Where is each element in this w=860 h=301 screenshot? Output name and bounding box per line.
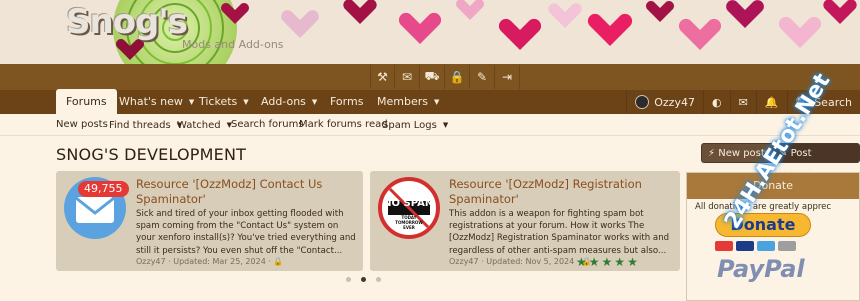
site-tagline: Mods and Add-ons [182, 38, 284, 51]
caret-down-icon[interactable]: ▼ [312, 98, 317, 106]
mastercard-icon [715, 241, 733, 251]
subnav-search-forums[interactable]: Search forums [231, 114, 304, 136]
visa-icon [736, 241, 754, 251]
no-spam-subtext: TODAY TOMORROW EVER [395, 215, 423, 230]
nav-tickets[interactable]: Tickets ▼ [199, 90, 249, 114]
nav-members[interactable]: Members ▼ [377, 90, 439, 114]
star-icon: ★ [588, 255, 600, 269]
carousel-dots [346, 277, 381, 282]
no-spam-logo: NO SPAM TODAY TOMORROW EVER [378, 177, 440, 239]
paypal-logo: PayPal [717, 255, 805, 283]
sub-nav: New posts Find threads ▼ Watched ▼ Search … [0, 114, 860, 136]
nav-forums-label: Forums [66, 95, 107, 108]
card-logos [715, 241, 796, 251]
nav-forms[interactable]: Forms [330, 90, 363, 114]
subnav-find-threads[interactable]: Find threads ▼ [109, 114, 182, 136]
subnav-spam-logs-label: Spam Logs [382, 120, 437, 131]
subnav-spam-logs[interactable]: Spam Logs ▼ [382, 114, 448, 136]
lightning-icon: ⚡ [708, 148, 716, 159]
theme-toggle-icon[interactable]: ◐ [702, 90, 730, 114]
resource-title[interactable]: Resource '[OzzModz] Registration Spamina… [449, 177, 674, 207]
nav-tickets-label: Tickets [199, 95, 238, 108]
inbox-icon[interactable]: ✉ [729, 90, 756, 114]
notification-badge: 49,755 [78, 181, 129, 197]
nav-whats-new-label: What's new [119, 95, 183, 108]
nav-forums[interactable]: Forums [56, 89, 117, 115]
star-icon: ★ [627, 255, 638, 269]
subnav-mark-read[interactable]: Mark forums read [299, 114, 388, 136]
caret-down-icon[interactable]: ▼ [434, 98, 439, 106]
nav-forms-label: Forms [330, 95, 364, 108]
resource-meta: Ozzy47 · Updated: Mar 25, 2024 · 🔒 [136, 257, 283, 266]
caret-down-icon[interactable]: ▼ [189, 98, 194, 106]
subnav-new-posts[interactable]: New posts [56, 114, 108, 136]
truck-icon[interactable]: ⛟ [420, 65, 445, 89]
amex-icon [757, 241, 775, 251]
nav-addons[interactable]: Add-ons ▼ [261, 90, 317, 114]
user-menu[interactable]: Ozzy47 [626, 90, 703, 114]
lock-icon: 🔒 [273, 257, 284, 266]
bell-icon[interactable]: 🔔 [755, 90, 787, 114]
resource-meta: Ozzy47 · Updated: Nov 5, 2024 · 🔒 [449, 257, 592, 266]
resource-title[interactable]: Resource '[OzzModz] Contact Us Spaminato… [136, 177, 356, 207]
star-icon: ★ [576, 255, 587, 269]
no-spam-text: NO SPAM [383, 198, 435, 209]
site-logo[interactable]: Snog's [66, 2, 188, 42]
brush-icon[interactable]: ✎ [470, 65, 495, 89]
subnav-watched-label: Watched [177, 120, 221, 131]
resource-card[interactable]: 49,755 Resource '[OzzModz] Contact Us Sp… [56, 171, 363, 271]
page-title: SNOG'S DEVELOPMENT [56, 145, 247, 164]
envelope-icon[interactable]: ✉ [395, 65, 420, 89]
donate-widget: Donate All donations are greatly apprec … [686, 172, 860, 301]
star-icon: ★ [601, 255, 613, 269]
icon-toolbar-group: ⚒ ✉ ⛟ 🔒 ✎ ⇥ [370, 64, 520, 90]
bank-icon [778, 241, 796, 251]
avatar [635, 95, 650, 109]
rating-stars: ★ ★ ★ ★ ★ [576, 255, 638, 269]
subnav-find-threads-label: Find threads [109, 120, 171, 131]
star-icon: ★ [614, 255, 626, 269]
nav-whats-new[interactable]: What's new ▼ [119, 90, 194, 114]
caret-down-icon[interactable]: ▼ [243, 98, 248, 106]
resource-description: Sick and tired of your inbox getting flo… [136, 209, 356, 256]
carousel-dot-active[interactable] [361, 277, 366, 282]
lock-icon[interactable]: 🔒 [445, 65, 470, 89]
carousel-dot[interactable] [346, 277, 351, 282]
resource-meta-text: Ozzy47 · Updated: Nov 5, 2024 · [449, 257, 580, 266]
subnav-watched[interactable]: Watched ▼ [177, 114, 232, 136]
tools-icon[interactable]: ⚒ [370, 65, 395, 89]
nav-addons-label: Add-ons [261, 95, 306, 108]
sign-in-icon[interactable]: ⇥ [495, 65, 520, 89]
site-banner: Snog's Mods and Add-ons [0, 0, 860, 64]
username: Ozzy47 [654, 95, 695, 109]
nav-members-label: Members [377, 95, 428, 108]
caret-down-icon[interactable]: ▼ [443, 121, 448, 129]
resource-meta-text: Ozzy47 · Updated: Mar 25, 2024 · [136, 257, 271, 266]
carousel-dot[interactable] [376, 277, 381, 282]
resource-description: This addon is a weapon for fighting spam… [449, 209, 670, 256]
